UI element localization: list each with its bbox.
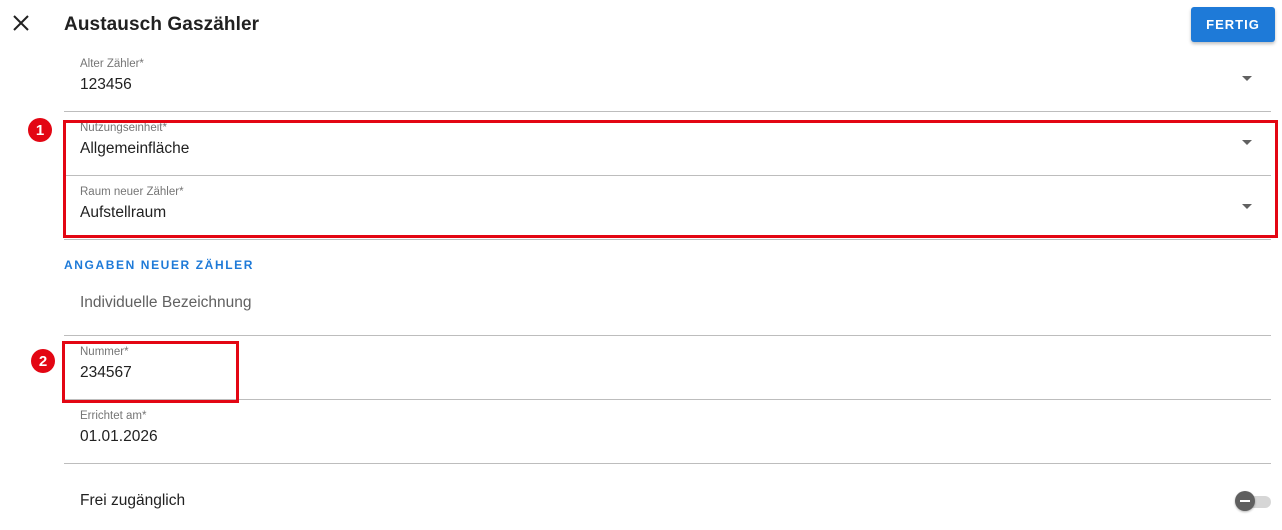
usage-unit-value: Allgemeinfläche bbox=[80, 140, 190, 157]
chevron-down-icon bbox=[1242, 140, 1252, 145]
installed-date-input[interactable]: Errichtet am* 01.01.2026 bbox=[64, 400, 1271, 464]
number-label: Nummer* bbox=[80, 346, 129, 358]
installed-date-label: Errichtet am* bbox=[80, 410, 147, 422]
annotation-marker-1: 1 bbox=[28, 118, 52, 142]
room-select[interactable]: Raum neuer Zähler* Aufstellraum bbox=[64, 176, 1271, 240]
chevron-down-icon bbox=[1242, 76, 1252, 81]
individual-name-input[interactable]: Individuelle Bezeichnung bbox=[64, 272, 1271, 336]
old-meter-value: 123456 bbox=[80, 76, 132, 93]
installed-date-value: 01.01.2026 bbox=[80, 428, 158, 445]
close-button[interactable] bbox=[8, 10, 34, 36]
close-icon bbox=[13, 15, 29, 31]
room-value: Aufstellraum bbox=[80, 204, 167, 221]
number-value: 234567 bbox=[80, 364, 132, 381]
page-title: Austausch Gaszähler bbox=[64, 14, 260, 35]
individual-name-placeholder: Individuelle Bezeichnung bbox=[80, 294, 252, 311]
done-button[interactable]: FERTIG bbox=[1191, 7, 1275, 42]
accessible-label: Frei zugänglich bbox=[80, 492, 186, 509]
annotation-marker-2: 2 bbox=[31, 349, 55, 373]
chevron-down-icon bbox=[1242, 204, 1252, 209]
accessible-row: Frei zugänglich bbox=[64, 470, 1271, 530]
old-meter-select[interactable]: Alter Zähler* 123456 bbox=[64, 48, 1271, 112]
usage-unit-select[interactable]: Nutzungseinheit* Allgemeinfläche bbox=[64, 112, 1271, 176]
accessible-toggle[interactable] bbox=[1235, 490, 1271, 512]
section-heading-new-meter: ANGABEN NEUER ZÄHLER bbox=[64, 258, 255, 272]
usage-unit-label: Nutzungseinheit* bbox=[80, 122, 167, 134]
room-label: Raum neuer Zähler* bbox=[80, 186, 184, 198]
toggle-thumb bbox=[1235, 491, 1255, 511]
number-input[interactable]: Nummer* 234567 bbox=[64, 336, 1271, 400]
old-meter-label: Alter Zähler* bbox=[80, 58, 144, 70]
